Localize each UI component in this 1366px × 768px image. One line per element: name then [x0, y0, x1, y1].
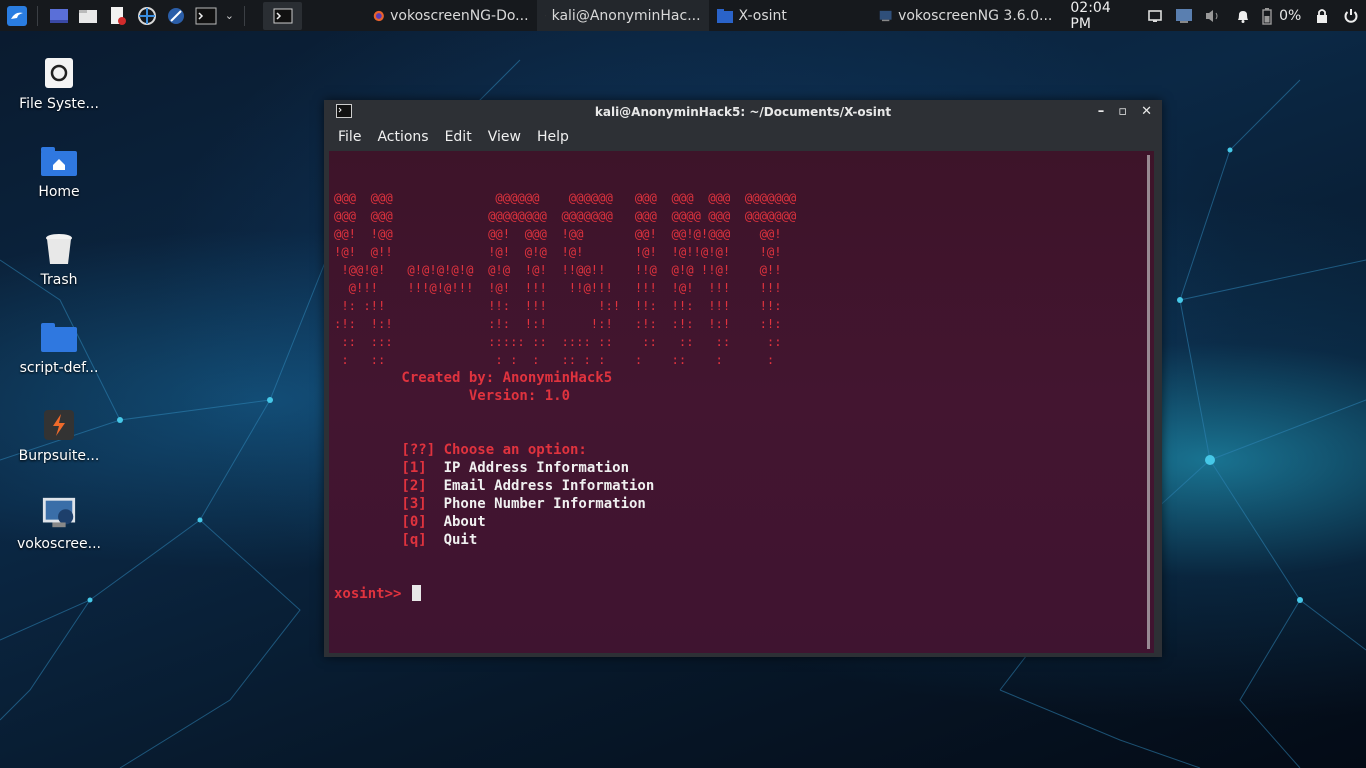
- option-key: [0]: [334, 514, 427, 530]
- menu-file[interactable]: File: [330, 129, 369, 145]
- menu-bar: File Actions Edit View Help: [324, 124, 1162, 150]
- home-folder-icon: [41, 142, 77, 180]
- option-key: [3]: [334, 496, 427, 512]
- top-panel: ⌄ vokoscreenNG-Do... kali@AnonyminHac...…: [0, 0, 1366, 32]
- trash-icon: [41, 230, 77, 268]
- kali-tools-icon[interactable]: [164, 3, 189, 29]
- clock[interactable]: 02:04 PM: [1070, 0, 1134, 32]
- task-vokoscreen[interactable]: vokoscreenNG 3.6.0...: [871, 0, 1061, 31]
- notification-bell-icon[interactable]: [1230, 3, 1255, 29]
- firefox-icon: [373, 10, 384, 21]
- option-label: Quit: [426, 532, 478, 548]
- task-folder[interactable]: X-osint: [709, 0, 871, 31]
- kali-menu-icon[interactable]: [4, 3, 29, 29]
- lock-icon[interactable]: [1309, 3, 1334, 29]
- desktop-icon-label: vokoscree...: [16, 536, 102, 552]
- menu-edit[interactable]: Edit: [437, 129, 480, 145]
- text-cursor: [411, 585, 421, 601]
- choose-option-prompt: [??] Choose an option:: [334, 442, 587, 458]
- desktop-icon-label: File Syste...: [19, 96, 99, 112]
- file-manager-icon[interactable]: [76, 3, 101, 29]
- volume-icon[interactable]: [1201, 3, 1226, 29]
- terminal-launcher-icon[interactable]: [193, 3, 218, 29]
- desktop-icon-label: script-def...: [19, 360, 99, 376]
- task-label: kali@AnonyminHac...: [551, 7, 701, 24]
- task-firefox[interactable]: vokoscreenNG-Do...: [365, 0, 537, 31]
- menu-option: [0] About: [334, 513, 796, 531]
- option-label: IP Address Information: [426, 460, 630, 476]
- folder-icon: [41, 318, 77, 356]
- task-label: vokoscreenNG-Do...: [390, 7, 529, 24]
- network-tray-icon[interactable]: [1171, 3, 1196, 29]
- vokoscreen-icon: [879, 10, 892, 21]
- scrollbar[interactable]: [1147, 155, 1150, 649]
- banner-line: @@@ @@@ @@@@@@ @@@@@@ @@@ @@@ @@@ @@@@@@…: [334, 191, 797, 205]
- menu-option: [1] IP Address Information: [334, 459, 796, 477]
- terminal-window: kali@AnonyminHack5: ~/Documents/X-osint …: [324, 100, 1162, 657]
- desktop-icon-file-system[interactable]: File Syste...: [12, 54, 106, 112]
- show-desktop-icon[interactable]: [46, 3, 71, 29]
- banner-line: :!: !:! :!: !:! !:! :!: :!: !:! :!:: [334, 317, 782, 331]
- banner-line: !: :!! !!: !!! !:! !!: !!: !!! !!:: [334, 299, 782, 313]
- banner-line: : :: : : : :: : : : :: : :: [334, 353, 775, 367]
- power-icon[interactable]: [1339, 3, 1364, 29]
- desktop-icon-script[interactable]: script-def...: [12, 318, 106, 376]
- command-prompt[interactable]: xosint>>: [334, 585, 796, 603]
- desktop-icon-label: Trash: [40, 272, 78, 288]
- option-label: About: [426, 514, 486, 530]
- desktop-icon-label: Burpsuite...: [18, 448, 100, 464]
- terminal-output[interactable]: @@@ @@@ @@@@@@ @@@@@@ @@@ @@@ @@@ @@@@@@…: [329, 151, 1154, 653]
- task-label: vokoscreenNG 3.6.0...: [898, 7, 1053, 24]
- close-icon[interactable]: ✕: [1141, 104, 1152, 119]
- option-key: [1]: [334, 460, 427, 476]
- separator: [37, 5, 39, 26]
- separator: [244, 5, 246, 26]
- window-titlebar[interactable]: kali@AnonyminHack5: ~/Documents/X-osint …: [324, 100, 1162, 124]
- option-label: Phone Number Information: [426, 496, 646, 512]
- banner-line: :: ::: ::::: :: :::: :: :: :: :: ::: [334, 335, 782, 349]
- banner-line: @!!! !!!@!@!!! !@! !!! !!@!!! !!! !@! !!…: [334, 281, 782, 295]
- burpsuite-icon: [41, 406, 77, 444]
- menu-actions[interactable]: Actions: [369, 129, 436, 145]
- banner-line: @@@ @@@ @@@@@@@@ @@@@@@@ @@@ @@@@ @@@ @@…: [334, 209, 797, 223]
- drive-icon: [41, 54, 77, 92]
- created-by: Created by: AnonyminHack5: [334, 370, 613, 386]
- workspace-switcher[interactable]: [263, 1, 303, 30]
- menu-option: [3] Phone Number Information: [334, 495, 796, 513]
- version: Version: 1.0: [334, 388, 571, 404]
- menu-view[interactable]: View: [480, 129, 529, 145]
- maximize-icon[interactable]: ▫: [1118, 104, 1127, 119]
- minimize-icon[interactable]: –: [1098, 104, 1105, 119]
- folder-icon: [716, 8, 733, 23]
- desktop-icon-vokoscreen[interactable]: vokoscree...: [12, 494, 106, 552]
- desktop-icon-burpsuite[interactable]: Burpsuite...: [12, 406, 106, 464]
- menu-option: [q] Quit: [334, 531, 796, 549]
- task-label: X-osint: [738, 7, 787, 24]
- desktop-icon-home[interactable]: Home: [12, 142, 106, 200]
- desktop-icon-label: Home: [38, 184, 80, 200]
- browser-icon[interactable]: [134, 3, 159, 29]
- option-key: [q]: [334, 532, 427, 548]
- window-title: kali@AnonyminHack5: ~/Documents/X-osint: [594, 105, 892, 119]
- ascii-banner: @@@ @@@ @@@@@@ @@@@@@ @@@ @@@ @@@ @@@@@@…: [334, 189, 796, 369]
- option-key: [2]: [334, 478, 427, 494]
- screen-icon[interactable]: [1142, 3, 1167, 29]
- vokoscreen-icon: [41, 494, 77, 532]
- text-editor-icon[interactable]: [105, 3, 130, 29]
- chevron-down-icon[interactable]: ⌄: [222, 3, 236, 29]
- battery-icon[interactable]: [1260, 3, 1276, 29]
- terminal-icon: [544, 15, 546, 16]
- banner-line: !@! @!! !@! @!@ !@! !@! !@!!@!@! !@!: [334, 245, 782, 259]
- option-label: Email Address Information: [426, 478, 655, 494]
- desktop-icon-trash[interactable]: Trash: [12, 230, 106, 288]
- banner-line: !@@!@! @!@!@!@!@ @!@ !@! !!@@!! !!@ @!@ …: [334, 263, 782, 277]
- menu-option: [2] Email Address Information: [334, 477, 796, 495]
- prompt-text: xosint>>: [334, 586, 402, 602]
- battery-percentage: 0%: [1279, 7, 1302, 24]
- banner-line: @@! !@@ @@! @@@ !@@ @@! @@!@!@@@ @@!: [334, 227, 782, 241]
- menu-help[interactable]: Help: [529, 129, 577, 145]
- task-terminal[interactable]: kali@AnonyminHac...: [536, 0, 709, 31]
